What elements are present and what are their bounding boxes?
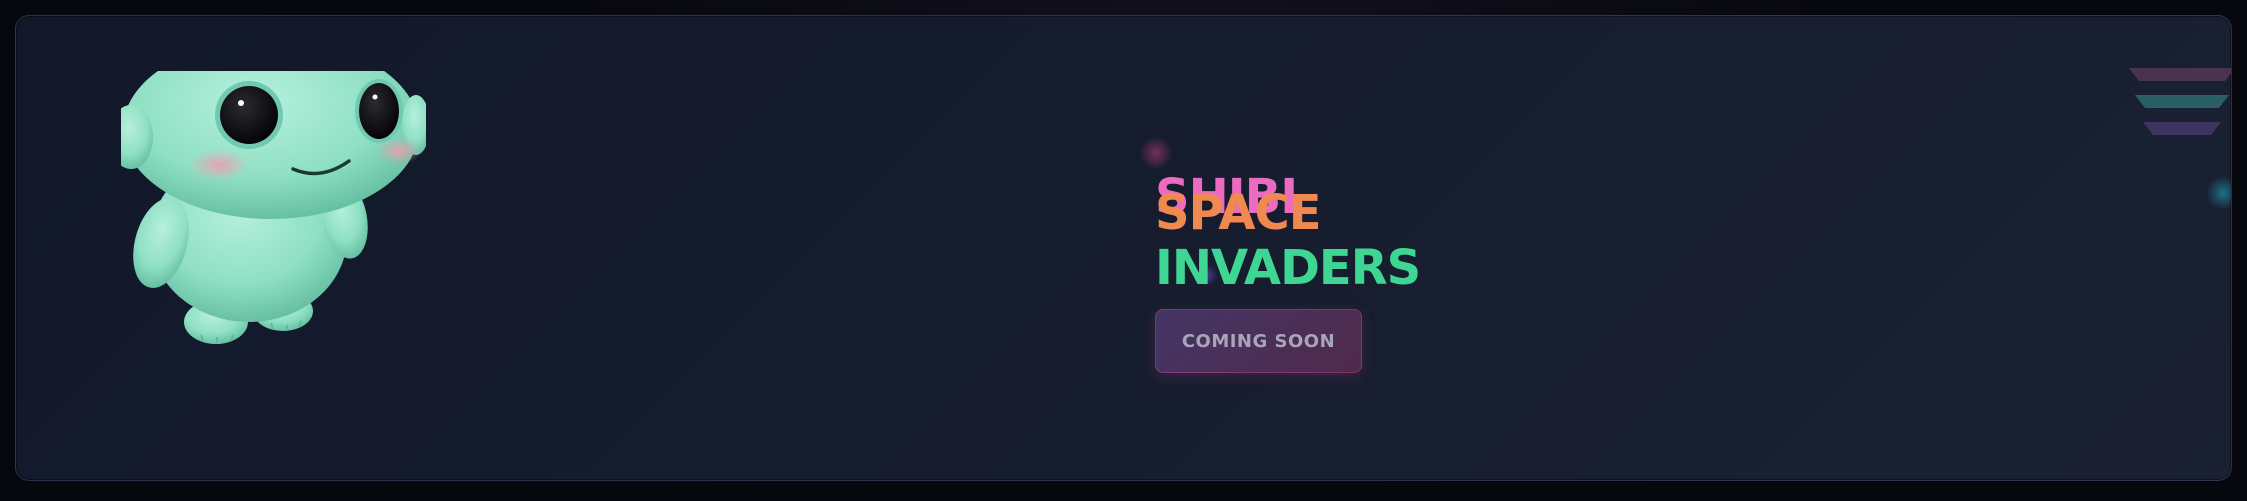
hero-card: SHIBI SPACE INVADERS COMING SOON (15, 15, 2232, 481)
title-line-space: SPACE (1155, 185, 1322, 241)
title-line-invaders: INVADERS (1155, 240, 1421, 296)
pink-glow-dot (1139, 136, 1173, 170)
page: SHIBI SPACE INVADERS COMING SOON (0, 0, 2247, 501)
menu-icon[interactable] (2129, 68, 2232, 136)
coming-soon-button[interactable]: COMING SOON (1155, 309, 1362, 373)
mascot-illustration (121, 71, 426, 344)
cyan-glow-dot (2206, 176, 2231, 210)
